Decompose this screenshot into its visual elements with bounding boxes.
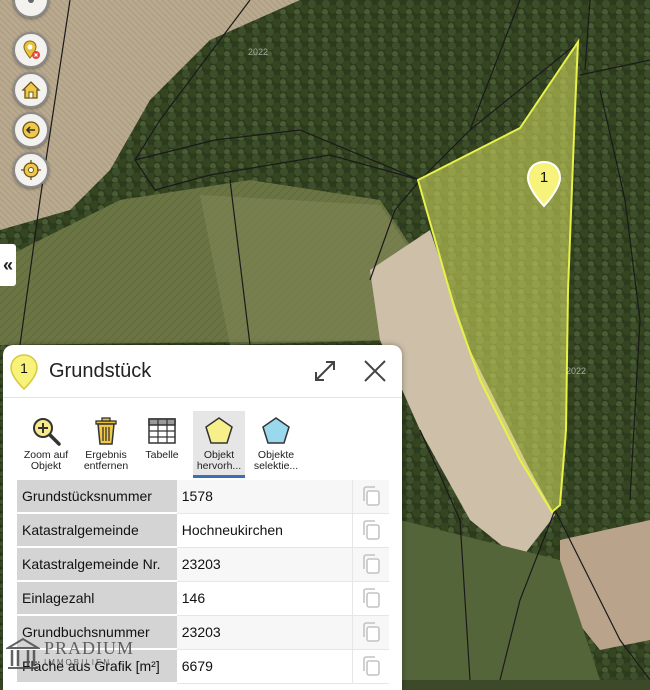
attribute-value: Hochneukirchen [176, 513, 353, 548]
attribute-value: 23203 [176, 547, 353, 582]
attribute-value: 1578 [176, 480, 353, 514]
location-marker-button[interactable] [13, 32, 49, 68]
tool-label: hervorh... [196, 460, 242, 472]
attribute-value: 6679 [176, 649, 353, 684]
panel-header: 1 Grundstück [3, 345, 402, 398]
attribute-key: Einlagezahl [17, 581, 177, 616]
attribute-key: Katastralgemeinde Nr. [17, 547, 177, 582]
copy-icon [363, 554, 380, 574]
copy-button[interactable] [352, 581, 389, 616]
copy-button[interactable] [352, 480, 389, 514]
copy-button[interactable] [352, 547, 389, 582]
zoom-in-icon [33, 418, 61, 446]
expand-icon [315, 361, 335, 381]
location-pin-icon [23, 40, 40, 59]
panel-marker-icon: 1 [9, 353, 39, 391]
close-icon [364, 360, 386, 382]
copy-icon [363, 588, 380, 608]
copy-button[interactable] [352, 513, 389, 548]
table-row: Katastralgemeinde Hochneukirchen [17, 513, 389, 548]
double-chevron-left-icon: « [2, 254, 13, 275]
copy-icon [363, 656, 380, 676]
back-button[interactable] [13, 112, 49, 148]
map-year-label: 2022 [566, 366, 586, 376]
copy-button[interactable] [352, 649, 389, 684]
attribute-key: Grundstücksnummer [17, 480, 177, 514]
attribute-key: Katastralgemeinde [17, 513, 177, 548]
copy-icon [363, 486, 380, 507]
copy-icon [363, 622, 380, 642]
panel-marker-number: 1 [20, 360, 28, 376]
table-row: Grundstücksnummer 1578 [17, 480, 389, 514]
panel-title: Grundstück [49, 360, 152, 382]
tool-label: Objekt [30, 460, 62, 472]
attribute-value: 146 [176, 581, 353, 616]
home-icon [21, 81, 41, 99]
arrow-left-icon [22, 121, 40, 139]
crosshair-icon [21, 160, 41, 180]
trash-icon [95, 417, 117, 445]
map-year-label: 2022 [248, 47, 268, 57]
select-objects-button[interactable]: Objekte selektie... [249, 411, 303, 475]
highlight-object-button[interactable]: Objekt hervorh... [193, 411, 245, 478]
panel-toolbar: Zoom auf Objekt Ergebnis entfernen Tabel… [3, 405, 402, 478]
table-button[interactable]: Tabelle [137, 411, 187, 475]
highlight-polygon-icon [205, 417, 233, 444]
locate-me-button[interactable] [13, 152, 49, 188]
watermark-logo: PRADIUM IMMOBILIEN [4, 636, 166, 676]
expand-button[interactable] [311, 357, 339, 385]
copy-icon [363, 520, 380, 540]
pradium-logo-icon [4, 637, 42, 669]
remove-result-button[interactable]: Ergebnis entfernen [77, 411, 135, 475]
table-row: Einlagezahl 146 [17, 581, 389, 616]
table-row: Katastralgemeinde Nr. 23203 [17, 547, 389, 582]
copy-button[interactable] [352, 615, 389, 650]
marker-number: 1 [539, 169, 549, 186]
watermark-subtitle: IMMOBILIEN [44, 658, 112, 667]
attribute-value: 23203 [176, 615, 353, 650]
side-panel-toggle[interactable]: « [0, 244, 16, 286]
home-button[interactable] [13, 72, 49, 108]
table-icon [148, 418, 176, 444]
select-polygon-icon [262, 417, 290, 444]
tool-label: selektie... [253, 460, 299, 472]
tool-label: Tabelle [145, 449, 179, 461]
parcel-marker-pin[interactable]: 1 [525, 160, 563, 208]
tool-label: entfernen [83, 460, 129, 472]
zoom-to-object-button[interactable]: Zoom auf Objekt [17, 411, 75, 475]
close-button[interactable] [361, 357, 389, 385]
watermark-name: PRADIUM [44, 638, 135, 658]
